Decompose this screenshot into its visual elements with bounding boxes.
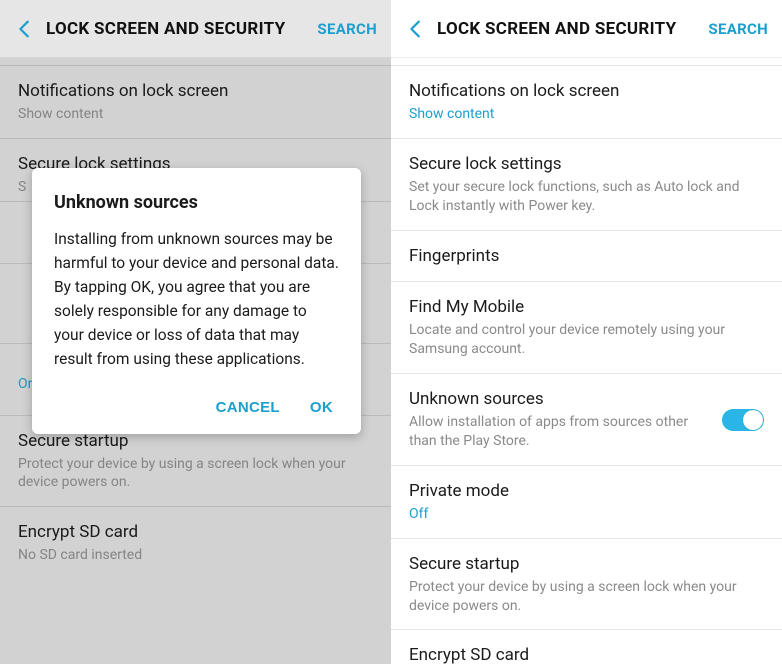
- list-item-notifications-lockscreen[interactable]: Notifications on lock screen Show conten…: [391, 66, 782, 139]
- list-item-find-my-mobile[interactable]: Find My Mobile Locate and control your d…: [391, 282, 782, 374]
- item-label: Unknown sources: [409, 388, 712, 411]
- list-item-fingerprints[interactable]: Fingerprints: [391, 231, 782, 283]
- pane-left: LOCK SCREEN AND SECURITY SEARCH Notifica…: [0, 0, 391, 664]
- item-label: Private mode: [409, 480, 764, 503]
- toggle-unknown-sources[interactable]: [722, 409, 764, 431]
- back-icon[interactable]: [14, 18, 36, 40]
- toggle-knob: [743, 410, 763, 430]
- list-item-unknown-sources[interactable]: Unknown sources Allow installation of ap…: [391, 374, 782, 466]
- list-item-encrypt-sd[interactable]: Encrypt SD card No SD card inserted: [391, 630, 782, 664]
- dialog-body: Installing from unknown sources may be h…: [54, 227, 339, 371]
- back-icon[interactable]: [405, 18, 427, 40]
- item-label: Secure lock settings: [409, 153, 764, 176]
- search-button[interactable]: SEARCH: [708, 20, 768, 38]
- app-bar: LOCK SCREEN AND SECURITY SEARCH: [0, 0, 391, 58]
- item-sublabel: Allow installation of apps from sources …: [409, 413, 712, 451]
- app-bar: LOCK SCREEN AND SECURITY SEARCH: [391, 0, 782, 58]
- settings-list: Notifications on lock screen Show conten…: [391, 58, 782, 664]
- item-sublabel: Off: [409, 505, 764, 524]
- item-label: Notifications on lock screen: [409, 80, 764, 103]
- list-item-secure-lock-settings[interactable]: Secure lock settings Set your secure loc…: [391, 139, 782, 231]
- page-title: LOCK SCREEN AND SECURITY: [427, 19, 708, 39]
- list-top-divider: [391, 58, 782, 66]
- item-label: Secure startup: [409, 553, 764, 576]
- dialog-actions: CANCEL OK: [54, 391, 339, 422]
- pane-right: LOCK SCREEN AND SECURITY SEARCH Notifica…: [391, 0, 782, 664]
- item-sublabel: Show content: [409, 105, 764, 124]
- item-label: Fingerprints: [409, 245, 764, 268]
- list-item-secure-startup[interactable]: Secure startup Protect your device by us…: [391, 539, 782, 631]
- page-title: LOCK SCREEN AND SECURITY: [36, 19, 317, 39]
- item-sublabel: Protect your device by using a screen lo…: [409, 578, 764, 616]
- dialog-unknown-sources: Unknown sources Installing from unknown …: [32, 168, 361, 434]
- item-sublabel: Locate and control your device remotely …: [409, 321, 764, 359]
- search-button[interactable]: SEARCH: [317, 20, 377, 38]
- item-sublabel: Set your secure lock functions, such as …: [409, 178, 764, 216]
- ok-button[interactable]: OK: [310, 399, 333, 416]
- item-label: Find My Mobile: [409, 296, 764, 319]
- dialog-title: Unknown sources: [54, 192, 339, 213]
- list-item-private-mode[interactable]: Private mode Off: [391, 466, 782, 539]
- item-label: Encrypt SD card: [409, 644, 764, 664]
- cancel-button[interactable]: CANCEL: [216, 399, 280, 416]
